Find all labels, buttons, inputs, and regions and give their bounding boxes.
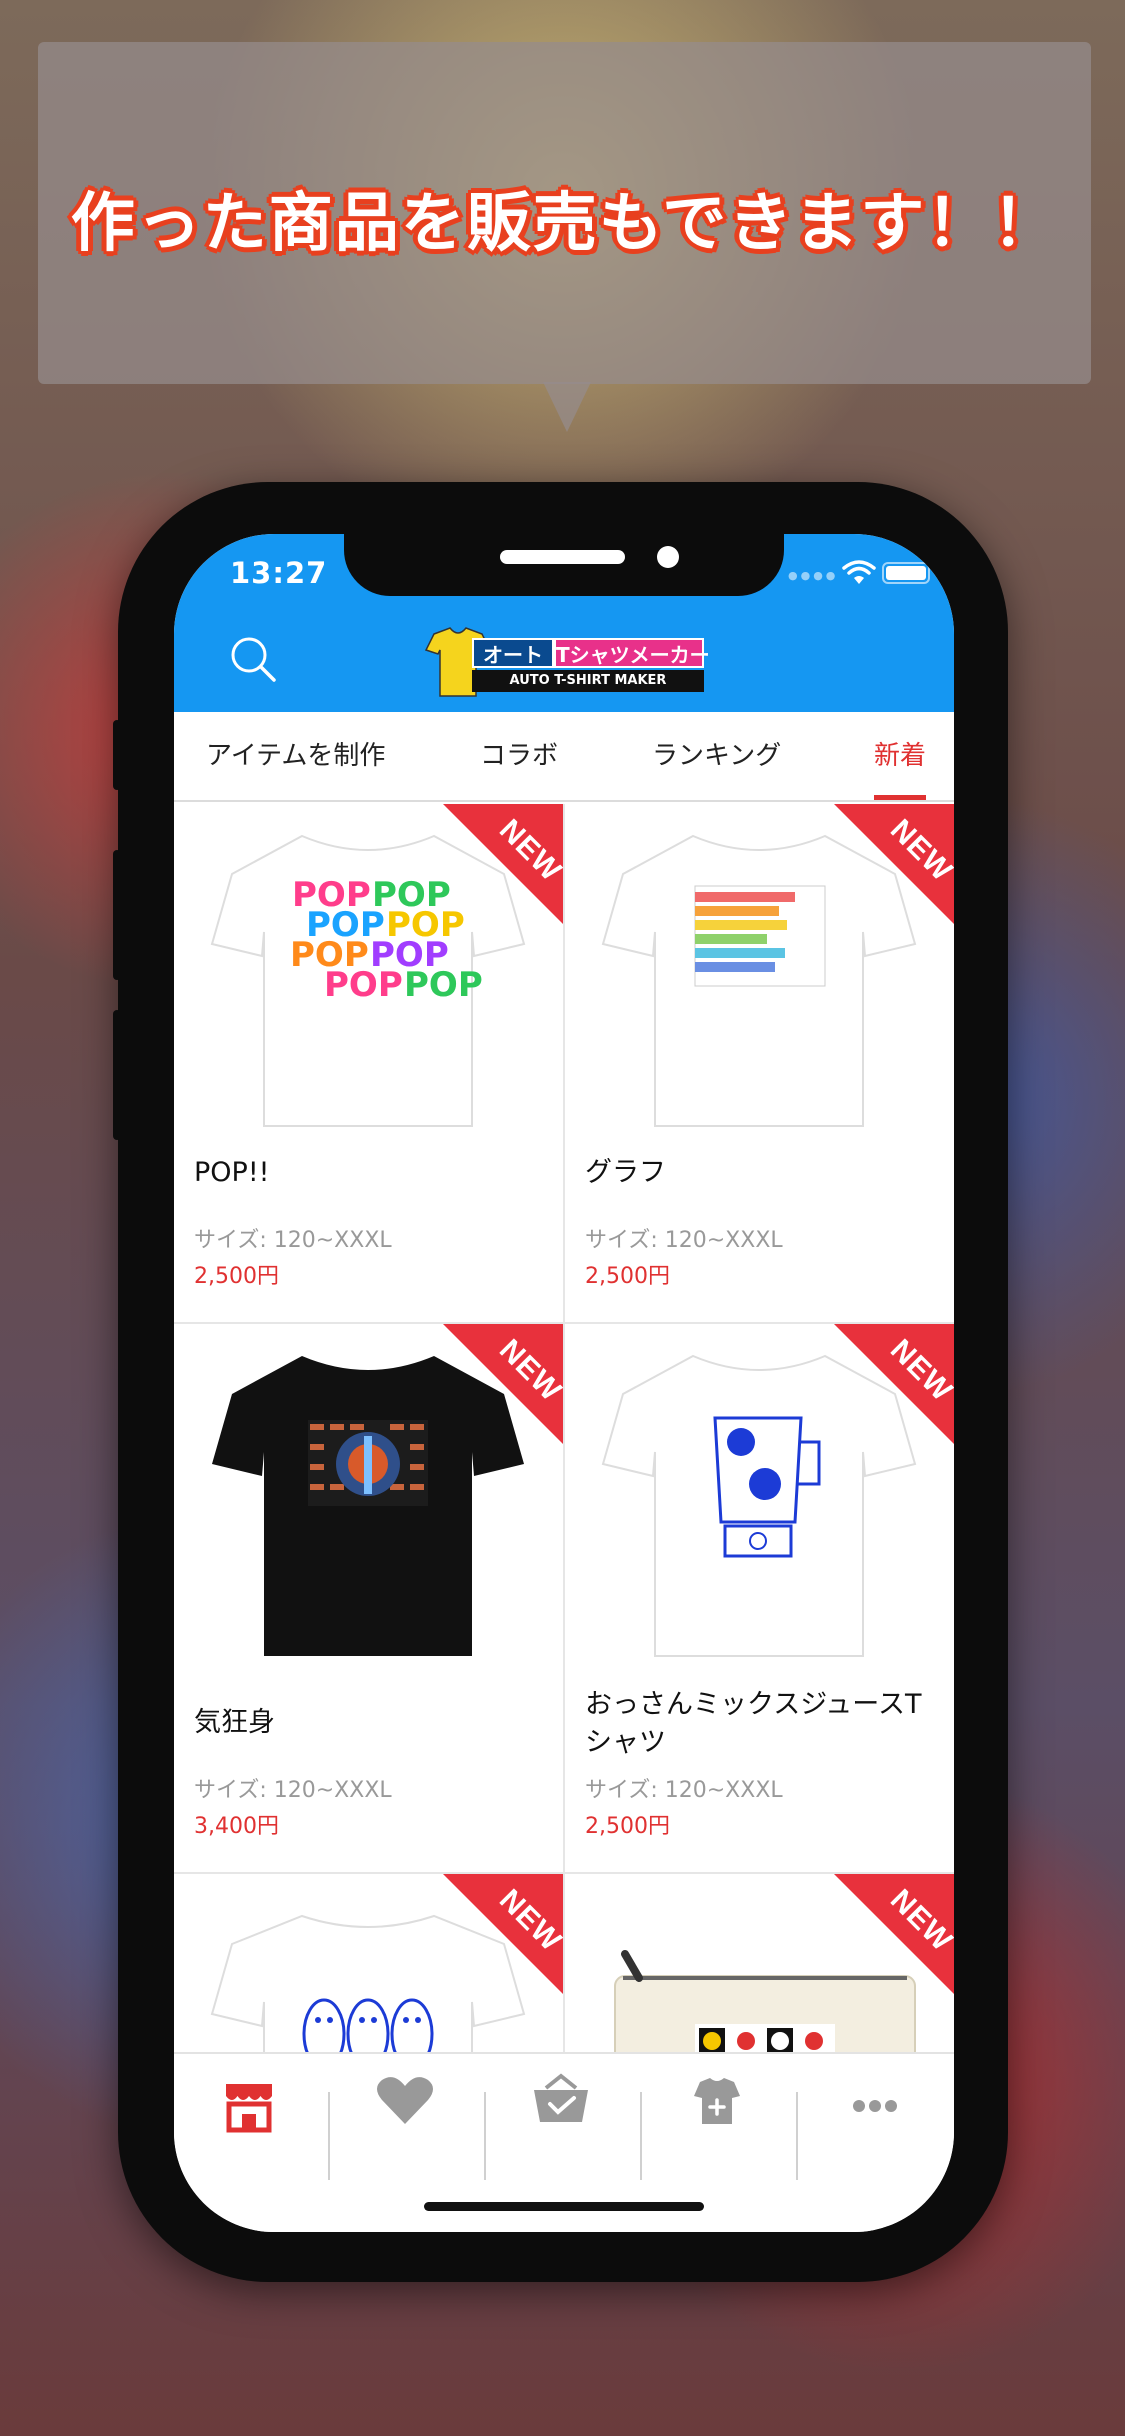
nav-create[interactable] — [642, 2054, 792, 2164]
product-title: 気狂身 — [194, 1707, 275, 1738]
logo-left: オート — [472, 638, 554, 668]
logo-right: Tシャツメーカー — [554, 638, 710, 668]
status-time: 13:27 — [230, 556, 328, 590]
product-size: サイズ: 120~XXXL — [194, 1228, 392, 1253]
search-button[interactable] — [228, 634, 280, 686]
tshirt-plus-icon — [694, 2078, 740, 2124]
product-card[interactable]: NEW — [174, 1874, 563, 2054]
new-badge: NEW — [834, 1874, 954, 1994]
side-button — [113, 720, 121, 790]
search-icon — [231, 637, 276, 682]
tab-create-item[interactable]: アイテムを制作 — [206, 712, 385, 802]
product-price: 2,500円 — [585, 1264, 670, 1289]
product-card[interactable]: NEW グラフ サイズ: 120~XXXL 2,500円 — [565, 804, 954, 1322]
product-price: 3,400円 — [194, 1814, 279, 1839]
shop-icon — [226, 2084, 272, 2133]
tab-new[interactable]: 新着 — [874, 712, 926, 802]
new-badge: NEW — [834, 1324, 954, 1444]
product-size: サイズ: 120~XXXL — [194, 1778, 392, 1803]
banner-pointer — [543, 382, 591, 432]
category-tabs: アイテムを制作 コラボ ランキング 新着 — [174, 712, 954, 802]
new-badge: NEW — [443, 804, 563, 924]
more-icon — [853, 2100, 897, 2112]
battery-icon — [882, 562, 930, 584]
basket-icon — [534, 2073, 588, 2122]
nav-cart[interactable] — [486, 2054, 636, 2164]
tab-ranking[interactable]: ランキング — [652, 712, 781, 802]
notch — [344, 534, 784, 596]
product-card[interactable]: NEW — [565, 1874, 954, 2054]
new-badge: NEW — [443, 1324, 563, 1444]
product-price: 2,500円 — [585, 1814, 670, 1839]
logo-sub: AUTO T-SHIRT MAKER — [472, 670, 704, 692]
tab-collab[interactable]: コラボ — [480, 712, 558, 802]
nav-more[interactable] — [798, 2054, 948, 2164]
new-badge: NEW — [443, 1874, 563, 1994]
speaker — [500, 550, 625, 564]
product-card[interactable]: POP POP POP POP POP POP POP POP NEW POP!… — [174, 804, 563, 1322]
product-title: POP!! — [194, 1157, 270, 1188]
product-grid: POP POP POP POP POP POP POP POP NEW POP!… — [174, 804, 954, 2054]
app-logo: オート Tシャツメーカー AUTO T-SHIRT MAKER — [414, 624, 714, 704]
product-size: サイズ: 120~XXXL — [585, 1228, 783, 1253]
top-bar: 13:27 ●●●● オート Tシャツメーカー AUTO T-SHIRT MAK… — [174, 534, 954, 712]
home-indicator[interactable] — [424, 2202, 704, 2211]
active-tab-indicator — [874, 795, 926, 800]
product-size: サイズ: 120~XXXL — [585, 1778, 783, 1803]
promo-banner: 作った商品を販売もできます！！ — [38, 42, 1091, 384]
nav-shop[interactable] — [174, 2054, 324, 2164]
heart-icon — [377, 2077, 433, 2124]
product-card[interactable]: NEW おっさんミックスジュースTシャツ サイズ: 120~XXXL 2,500… — [565, 1324, 954, 1872]
new-badge: NEW — [834, 804, 954, 924]
side-button — [113, 1010, 121, 1140]
nav-favorites[interactable] — [330, 2054, 480, 2164]
app-screen: 13:27 ●●●● オート Tシャツメーカー AUTO T-SHIRT MAK… — [174, 534, 954, 2232]
signal-icon: ●●●● — [788, 569, 839, 582]
product-price: 2,500円 — [194, 1264, 279, 1289]
svg-text:POP: POP — [404, 965, 483, 1005]
promo-text: 作った商品を販売もできます！！ — [70, 187, 1059, 261]
side-button — [113, 850, 121, 980]
wifi-icon — [842, 560, 876, 584]
svg-text:POP: POP — [324, 965, 403, 1005]
product-card[interactable]: NEW 気狂身 サイズ: 120~XXXL 3,400円 — [174, 1324, 563, 1872]
product-title: グラフ — [585, 1157, 666, 1188]
status-icons: ●●●● — [788, 560, 930, 590]
product-title: おっさんミックスジュースTシャツ — [585, 1689, 922, 1758]
camera — [657, 546, 679, 568]
